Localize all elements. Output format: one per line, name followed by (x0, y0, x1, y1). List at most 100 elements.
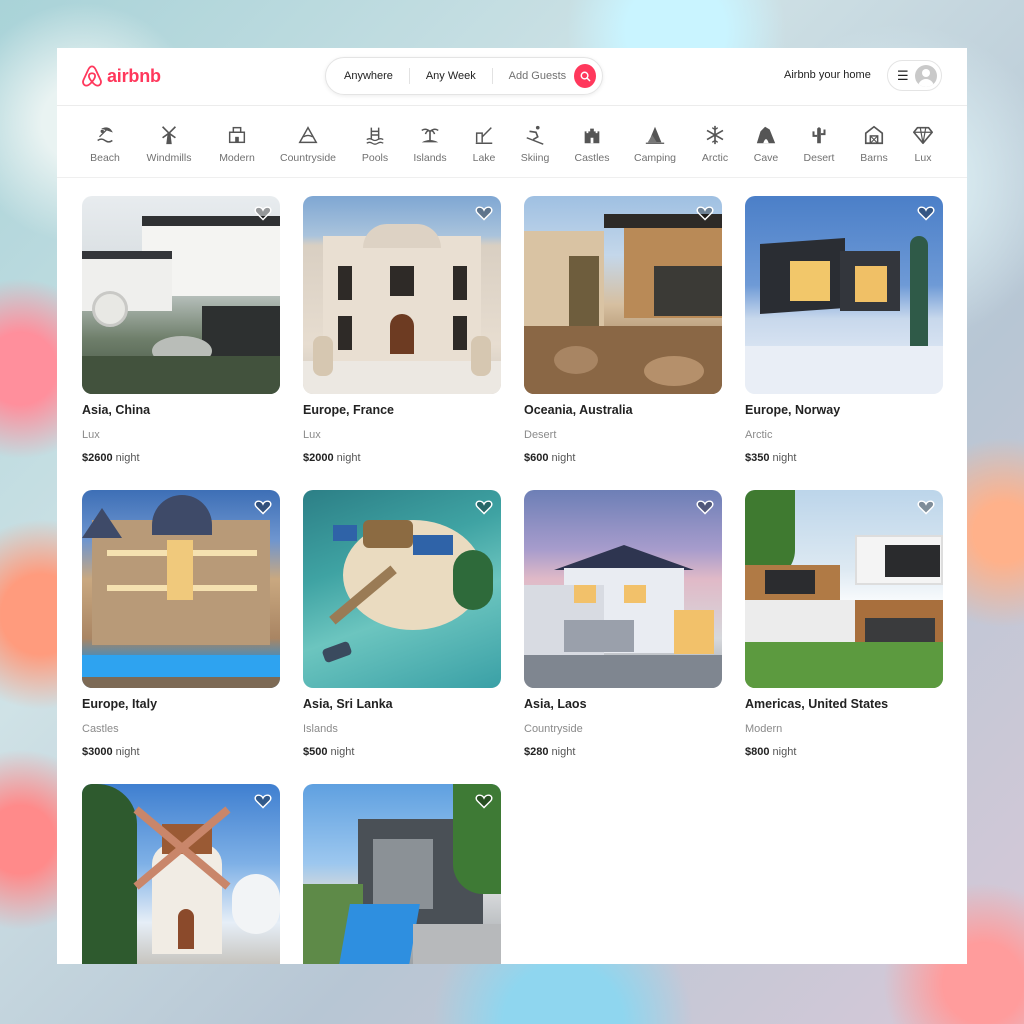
listing-price: $500 (303, 746, 328, 758)
listing-price-unit: night (772, 746, 797, 758)
listing-photo[interactable] (303, 490, 501, 688)
modern-house-icon (228, 126, 246, 144)
user-menu-button[interactable]: ☰ (887, 60, 942, 91)
category-bar: Beach Windmills Modern Countryside Pools… (57, 106, 967, 178)
category-countryside[interactable]: Countryside (273, 124, 343, 164)
listing-price-unit: night (772, 452, 797, 464)
camping-icon (645, 126, 665, 144)
listing-price-row: $500 night (303, 746, 501, 758)
listing-card[interactable]: Oceania, Australia Desert $600 night (524, 196, 722, 464)
airbnb-logo-icon (82, 65, 102, 87)
category-beach[interactable]: Beach (70, 124, 140, 164)
category-castles[interactable]: Castles (557, 124, 627, 164)
listing-price: $600 (524, 452, 549, 464)
category-label: Countryside (279, 152, 337, 164)
hamburger-icon: ☰ (897, 68, 909, 83)
listing-location: Oceania, Australia (524, 403, 633, 417)
favorite-heart-icon[interactable] (475, 793, 493, 809)
listing-photo[interactable] (82, 490, 280, 688)
listing-price: $350 (745, 452, 770, 464)
favorite-heart-icon[interactable] (696, 205, 714, 221)
listing-photo[interactable] (745, 490, 943, 688)
search-guests[interactable]: Add Guests (493, 70, 574, 82)
search-icon (580, 71, 590, 81)
pool-icon (366, 127, 384, 145)
favorite-heart-icon[interactable] (475, 499, 493, 515)
favorite-heart-icon[interactable] (917, 499, 935, 515)
listing-category: Desert (524, 429, 557, 441)
listing-category: Arctic (745, 429, 773, 441)
listing-photo[interactable] (82, 196, 280, 394)
listing-card[interactable]: Asia, China Lux $2600 night (82, 196, 280, 464)
category-label: Pools (361, 152, 389, 164)
listing-card[interactable] (303, 784, 501, 964)
category-modern[interactable]: Modern (202, 124, 272, 164)
skiing-icon (526, 125, 544, 145)
listing-card[interactable]: Asia, Sri Lanka Islands $500 night (303, 490, 501, 758)
listing-photo[interactable] (303, 784, 501, 964)
category-label: Lux (914, 152, 932, 164)
search-week[interactable]: Any Week (410, 70, 492, 82)
listing-card[interactable]: Europe, France Lux $2000 night (303, 196, 501, 464)
listing-photo[interactable] (82, 784, 280, 964)
listing-price-unit: night (115, 452, 140, 464)
category-label: Islands (413, 152, 447, 164)
category-lux[interactable]: Lux (888, 124, 958, 164)
listing-photo[interactable] (524, 490, 722, 688)
listing-location: Asia, Sri Lanka (303, 697, 393, 711)
favorite-heart-icon[interactable] (254, 499, 272, 515)
favorite-heart-icon[interactable] (475, 205, 493, 221)
category-label: Cave (753, 152, 779, 164)
user-avatar-icon (914, 64, 937, 87)
category-label: Castles (574, 152, 610, 164)
category-label: Skiing (520, 152, 550, 164)
category-label: Windmills (146, 152, 192, 164)
category-label: Desert (803, 152, 835, 164)
host-link[interactable]: Airbnb your home (784, 69, 871, 81)
search-bar[interactable]: Anywhere Any Week Add Guests (325, 57, 603, 95)
listing-location: Europe, Italy (82, 697, 158, 711)
listing-location: Americas, United States (745, 697, 889, 711)
listing-price: $800 (745, 746, 770, 758)
listing-photo[interactable] (745, 196, 943, 394)
listing-category: Castles (82, 723, 119, 735)
barn-icon (864, 125, 884, 145)
listing-price-unit: night (551, 452, 576, 464)
search-location[interactable]: Anywhere (326, 70, 409, 82)
category-label: Arctic (701, 152, 729, 164)
windmill-icon (161, 126, 177, 145)
top-nav: airbnb Anywhere Any Week Add Guests Airb… (57, 48, 967, 106)
listing-card[interactable]: Asia, Laos Countryside $280 night (524, 490, 722, 758)
listing-card[interactable]: Europe, Italy Castles $3000 night (82, 490, 280, 758)
listing-category: Lux (82, 429, 100, 441)
search-button[interactable] (574, 64, 596, 88)
category-label: Barns (860, 152, 888, 164)
brand-name: airbnb (107, 65, 161, 86)
favorite-heart-icon[interactable] (917, 205, 935, 221)
favorite-heart-icon[interactable] (254, 793, 272, 809)
airbnb-logo[interactable]: airbnb (81, 64, 161, 88)
listing-price: $280 (524, 746, 549, 758)
lake-icon (475, 127, 493, 144)
diamond-icon (913, 126, 933, 145)
listing-price-row: $3000 night (82, 746, 280, 758)
listing-category: Modern (745, 723, 783, 735)
listing-price-row: $2600 night (82, 452, 280, 464)
listing-card[interactable] (82, 784, 280, 964)
listing-card[interactable]: Europe, Norway Arctic $350 night (745, 196, 943, 464)
category-windmills[interactable]: Windmills (134, 124, 204, 164)
beach-icon (97, 127, 113, 143)
listing-category: Countryside (524, 723, 583, 735)
category-label: Beach (90, 152, 120, 164)
favorite-heart-icon[interactable] (254, 205, 272, 221)
listing-photo[interactable] (303, 196, 501, 394)
browser-window: airbnb Anywhere Any Week Add Guests Airb… (57, 48, 967, 964)
category-label: Lake (472, 152, 496, 164)
favorite-heart-icon[interactable] (696, 499, 714, 515)
listing-photo[interactable] (524, 196, 722, 394)
listing-price-row: $350 night (745, 452, 943, 464)
listing-location: Asia, Laos (524, 697, 587, 711)
listing-card[interactable]: Americas, United States Modern $800 nigh… (745, 490, 943, 758)
category-label: Camping (633, 152, 677, 164)
listing-price: $3000 (82, 746, 113, 758)
